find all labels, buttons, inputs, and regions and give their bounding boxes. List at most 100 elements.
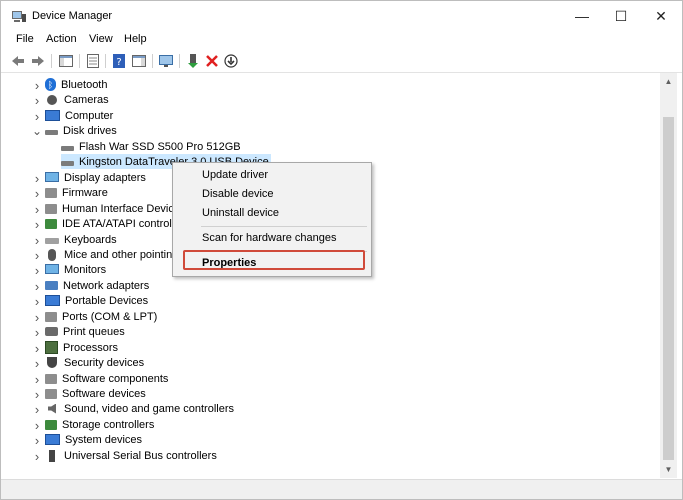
device-manager-app-icon: [11, 9, 27, 23]
keyboard-icon: [45, 238, 59, 244]
tree-category-computer[interactable]: Computer: [45, 108, 113, 123]
menu-uninstall-device[interactable]: Uninstall device: [173, 204, 371, 222]
chevron-right-icon[interactable]: ›: [33, 418, 41, 433]
help-icon[interactable]: ?: [111, 53, 127, 69]
chevron-right-icon[interactable]: ›: [33, 387, 41, 402]
svg-text:?: ?: [116, 57, 121, 68]
chevron-right-icon[interactable]: ›: [33, 263, 41, 278]
tree-category-ide-ata-atapi-controller[interactable]: IDE ATA/ATAPI controller: [45, 216, 184, 231]
uninstall-device-x-icon[interactable]: [204, 53, 220, 69]
chevron-right-icon[interactable]: ›: [33, 433, 41, 448]
back-arrow-icon[interactable]: [10, 53, 26, 69]
menu-disable-device[interactable]: Disable device: [173, 185, 371, 203]
tree-category-processors[interactable]: Processors: [45, 340, 118, 355]
chevron-right-icon[interactable]: ›: [33, 310, 41, 325]
tree-label: Security devices: [64, 356, 145, 369]
tree-label: Monitors: [64, 263, 107, 276]
disable-device-download-icon[interactable]: [223, 53, 239, 69]
tree-category-display-adapters[interactable]: Display adapters: [45, 170, 146, 185]
tree-category-universal-serial-bus-controllers[interactable]: Universal Serial Bus controllers: [45, 448, 217, 463]
port-icon: [45, 311, 57, 322]
menu-action[interactable]: Action: [46, 33, 77, 45]
camera-icon: [47, 94, 57, 105]
tree-label: Keyboards: [64, 233, 117, 246]
tree-label: System devices: [65, 433, 143, 446]
chevron-right-icon[interactable]: ›: [33, 279, 41, 294]
chevron-down-icon[interactable]: ⌄: [32, 124, 42, 138]
tree-label: Universal Serial Bus controllers: [64, 449, 217, 462]
vertical-scrollbar[interactable]: ▲ ▼: [660, 73, 677, 478]
maximize-button[interactable]: ☐: [601, 1, 641, 31]
tree-category-human-interface-device[interactable]: Human Interface Device: [45, 201, 180, 216]
chevron-right-icon[interactable]: ›: [33, 109, 41, 124]
chevron-right-icon[interactable]: ›: [33, 356, 41, 371]
printer-icon: [45, 327, 58, 336]
chevron-right-icon[interactable]: ›: [33, 171, 41, 186]
tree-category-system-devices[interactable]: System devices: [45, 432, 142, 447]
tree-category-sound-video-and-game-controllers[interactable]: Sound, video and game controllers: [45, 401, 234, 416]
toolbar-separator: [79, 54, 80, 68]
chevron-right-icon[interactable]: ›: [33, 325, 41, 340]
tree-category-cameras[interactable]: Cameras: [45, 92, 109, 107]
menu-help[interactable]: Help: [124, 33, 147, 45]
tree-label: Sound, video and game controllers: [64, 402, 234, 415]
tree-label: Software components: [62, 372, 169, 385]
tree-category-software-devices[interactable]: Software devices: [45, 386, 146, 401]
tree-category-disk-drives[interactable]: Disk drives: [45, 123, 117, 138]
chevron-right-icon[interactable]: ›: [33, 78, 41, 93]
system-device-icon: [45, 434, 60, 445]
tree-category-security-devices[interactable]: Security devices: [45, 355, 144, 370]
scroll-up-arrow-icon[interactable]: ▲: [660, 73, 677, 90]
tree-label: Software devices: [62, 387, 146, 400]
toolbar-separator: [51, 54, 52, 68]
chevron-right-icon[interactable]: ›: [33, 93, 41, 108]
tree-category-firmware[interactable]: Firmware: [45, 185, 108, 200]
tree-category-network-adapters[interactable]: Network adapters: [45, 278, 149, 293]
chevron-right-icon[interactable]: ›: [33, 402, 41, 417]
disk-drive-icon: [45, 129, 58, 135]
tree-category-storage-controllers[interactable]: Storage controllers: [45, 417, 154, 432]
computer-icon: [45, 110, 60, 121]
chevron-right-icon[interactable]: ›: [33, 186, 41, 201]
minimize-button[interactable]: —: [562, 1, 602, 31]
disk-drive-icon: [61, 145, 74, 151]
menu-update-driver[interactable]: Update driver: [173, 166, 371, 184]
status-bar: [1, 479, 682, 499]
chevron-right-icon[interactable]: ›: [33, 248, 41, 263]
scroll-thumb[interactable]: [663, 117, 674, 460]
tree-category-keyboards[interactable]: Keyboards: [45, 232, 117, 247]
menu-view[interactable]: View: [89, 33, 113, 45]
firmware-icon: [45, 187, 57, 198]
tree-category-print-queues[interactable]: Print queues: [45, 324, 125, 339]
tree-label: Storage controllers: [62, 418, 155, 431]
tree-category-bluetooth[interactable]: ᛒ Bluetooth: [45, 77, 107, 92]
chevron-right-icon[interactable]: ›: [33, 372, 41, 387]
chevron-right-icon[interactable]: ›: [33, 449, 41, 464]
action-pane-icon[interactable]: [131, 53, 147, 69]
scroll-down-arrow-icon[interactable]: ▼: [660, 461, 677, 478]
properties-highlight-box: [183, 250, 365, 270]
update-driver-icon[interactable]: [185, 53, 201, 69]
properties-sheet-icon[interactable]: [85, 53, 101, 69]
chevron-right-icon[interactable]: ›: [33, 202, 41, 217]
chevron-right-icon[interactable]: ›: [33, 233, 41, 248]
show-hide-console-tree-icon[interactable]: [58, 53, 74, 69]
monitor-icon: [45, 263, 59, 274]
menu-file[interactable]: File: [16, 33, 34, 45]
scan-hardware-monitor-icon[interactable]: [158, 53, 174, 69]
menu-scan-hardware-changes[interactable]: Scan for hardware changes: [173, 229, 371, 247]
tree-category-portable-devices[interactable]: Portable Devices: [45, 293, 148, 308]
tree-category-monitors[interactable]: Monitors: [45, 262, 106, 277]
chevron-right-icon[interactable]: ›: [33, 294, 41, 309]
forward-arrow-icon[interactable]: [30, 53, 46, 69]
tree-device[interactable]: Flash War SSD S500 Pro 512GB: [61, 139, 243, 154]
toolbar-separator: [179, 54, 180, 68]
chevron-right-icon[interactable]: ›: [33, 217, 41, 232]
tree-category-ports-com-lpt[interactable]: Ports (COM & LPT): [45, 309, 157, 324]
chevron-right-icon[interactable]: ›: [33, 341, 41, 356]
tree-category-mice-and-other-pointing[interactable]: Mice and other pointing: [45, 247, 178, 262]
tree-category-software-components[interactable]: Software components: [45, 371, 168, 386]
close-button[interactable]: ✕: [641, 1, 681, 31]
network-icon: [45, 281, 58, 290]
window-title: Device Manager: [32, 10, 113, 22]
